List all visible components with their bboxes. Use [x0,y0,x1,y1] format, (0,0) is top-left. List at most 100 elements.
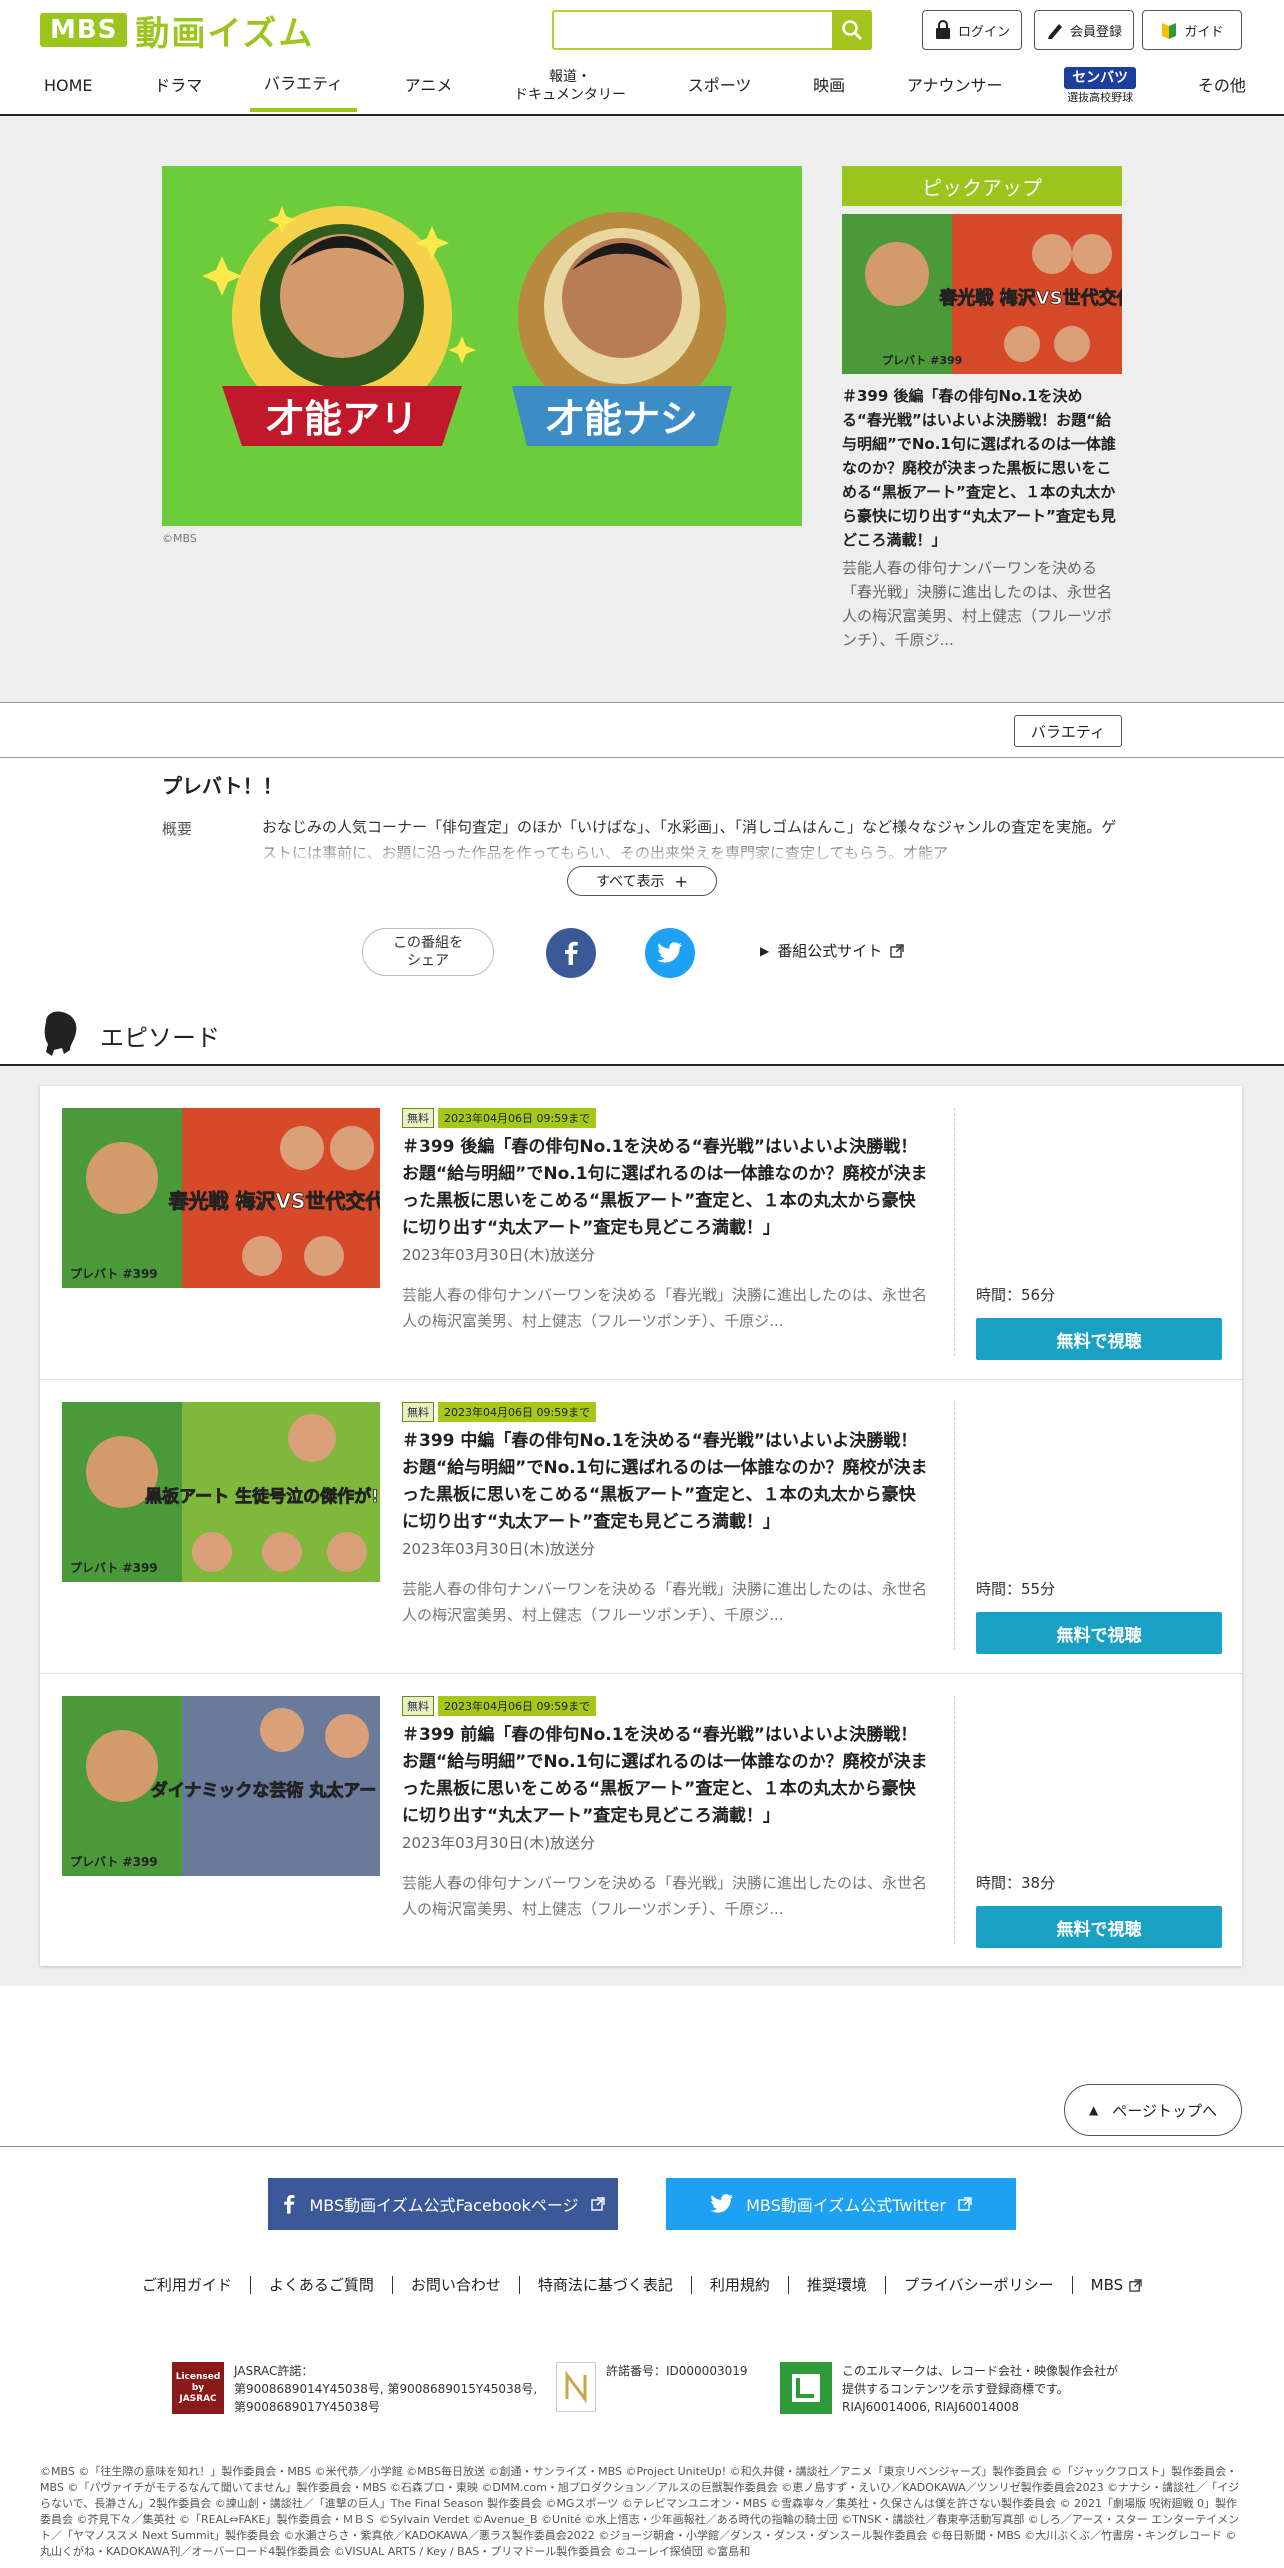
search-button[interactable] [832,10,872,50]
free-badge: 無料 [402,1108,434,1128]
nav-home[interactable]: HOME [30,60,107,112]
pickup-description: 芸能人春の俳句ナンバーワンを決める「春光戦」決勝に進出したのは、永世名人の梅沢富… [842,559,1113,649]
category-tag[interactable]: バラエティ [1013,715,1122,747]
watch-free-button[interactable]: 無料で視聴 [976,1318,1222,1360]
footer-link-privacy[interactable]: プライバシーポリシー [886,2276,1073,2294]
episode-area: 春光戦 梅沢VS世代交代 プレバト #399 無料 2023年04月06日 09… [0,1066,1284,1986]
footer-facebook-button[interactable]: MBS動画イズム公式Facebookページ [268,2178,618,2230]
nav-movie[interactable]: 映画 [799,60,859,112]
official-site-label: 番組公式サイト [777,942,883,960]
episode-thumb-image: 春光戦 梅沢VS世代交代 プレバト #399 [62,1108,380,1288]
nav-news-documentary[interactable]: 報道・ ドキュメンタリー [500,60,640,112]
watch-free-button[interactable]: 無料で視聴 [976,1612,1222,1654]
nav-anime[interactable]: アニメ [391,60,467,112]
triangle-up-icon: ▲ [1089,2103,1099,2117]
episode-thumb-image: ダイナミックな芸術 丸太アート プレバト #399 [62,1696,380,1876]
login-label: ログイン [957,24,1010,40]
guide-button[interactable]: ガイド [1142,10,1242,50]
episode-badges: 無料 2023年04月06日 09:59まで [402,1402,597,1422]
site-header: MBS 動画イズム ログイン 会員登録 ガイド HOME ドラマ バラエティ ア… [0,0,1284,116]
search-icon [842,20,863,41]
nav-other[interactable]: その他 [1184,60,1260,112]
plus-icon: + [674,871,688,891]
external-link-icon [890,943,904,958]
jasrac-logo-text: Licensed by JASRAC [175,2371,221,2404]
official-site-link[interactable]: ▶ 番組公式サイト [760,940,904,961]
watch-free-button[interactable]: 無料で視聴 [976,1906,1222,1948]
episode-thumb-text: ダイナミックな芸術 丸太アート [151,1780,380,1801]
share-facebook-button[interactable] [546,928,596,978]
episode-list: 春光戦 梅沢VS世代交代 プレバト #399 無料 2023年04月06日 09… [40,1086,1242,1966]
register-button[interactable]: 会員登録 [1034,10,1134,50]
facebook-icon [284,2195,295,2214]
episode-thumbnail[interactable]: ダイナミックな芸術 丸太アート プレバト #399 [62,1696,380,1876]
search-box [552,10,872,50]
episode-broadcast-date: 2023年03月30日(木)放送分 [402,1834,596,1852]
main-nav: HOME ドラマ バラエティ アニメ 報道・ ドキュメンタリー スポーツ 映画 … [30,58,1260,114]
footer-link-tokushoho[interactable]: 特商法に基づく表記 [520,2276,692,2294]
free-badge: 無料 [402,1696,434,1716]
nav-sports[interactable]: スポーツ [674,60,766,112]
site-logo[interactable]: MBS 動画イズム [40,8,314,54]
footer-twitter-button[interactable]: MBS動画イズム公式Twitter [666,2178,1016,2230]
episode-title[interactable]: ＃399 前編「春の俳句No.1を決める“春光戦”はいよいよ決勝戦！お題“給与明… [402,1722,930,1830]
hero-left-label: 才能アリ [266,397,418,441]
episode-title[interactable]: ＃399 後編「春の俳句No.1を決める“春光戦”はいよいよ決勝戦！お題“給与明… [402,1134,930,1242]
episode-thumb-text: 黒板アート 生徒号泣の傑作が! [145,1486,379,1507]
share-twitter-button[interactable] [645,928,695,978]
login-button[interactable]: ログイン [922,10,1022,50]
logo-mbs: MBS [40,13,128,47]
show-all-button[interactable]: すべて表示 + [567,866,717,896]
pickup-thumbnail[interactable]: 春光戦 梅沢VS世代交代 プレバト #399 [842,214,1122,374]
page-top-button[interactable]: ▲ ページトップへ [1064,2084,1242,2136]
nav-senbatsu[interactable]: センバツ 選抜高校野球 [1050,60,1150,112]
availability-badge: 2023年04月06日 09:59まで [438,1696,597,1716]
episode-card[interactable]: 春光戦 梅沢VS世代交代 プレバト #399 無料 2023年04月06日 09… [40,1086,1242,1380]
lock-icon [935,20,950,39]
jasrac-license: Licensed by JASRAC JASRAC許諾： 第9008689014… [172,2362,537,2416]
episode-title[interactable]: ＃399 中編「春の俳句No.1を決める“春光戦”はいよいよ決勝戦！お題“給与明… [402,1428,930,1536]
jasrac-logo: Licensed by JASRAC [172,2362,224,2414]
footer-link-terms[interactable]: 利用規約 [692,2276,789,2294]
program-key-visual: 才能アリ 才能ナシ [162,166,802,526]
free-badge: 無料 [402,1402,434,1422]
episode-thumbnail[interactable]: 黒板アート 生徒号泣の傑作が! プレバト #399 [62,1402,380,1582]
caret-right-icon: ▶ [760,943,770,958]
footer-links: ご利用ガイド よくあるご質問 お問い合わせ 特商法に基づく表記 利用規約 推奨環… [0,2276,1284,2294]
availability-badge: 2023年04月06日 09:59まで [438,1108,597,1128]
episode-thumbnail[interactable]: 春光戦 梅沢VS世代交代 プレバト #399 [62,1108,380,1288]
nextone-license: 許諾番号：ID000003019 [556,2362,748,2412]
pickup-thumb-image: 春光戦 梅沢VS世代交代 プレバト #399 [842,214,1122,374]
episode-card[interactable]: ダイナミックな芸術 丸太アート プレバト #399 無料 2023年04月06日… [40,1674,1242,1966]
episode-duration: 時間：55分 [976,1580,1056,1598]
hero-section: 才能アリ 才能ナシ ©MBS ピックアップ 春光戦 梅沢VS世代交代 プレバト … [0,116,1284,702]
external-link-icon [590,2197,605,2211]
hero-copyright: ©MBS [162,532,197,545]
nav-variety[interactable]: バラエティ [249,60,357,112]
footer-link-contact[interactable]: お問い合わせ [393,2276,520,2294]
episode-badges: 無料 2023年04月06日 09:59まで [402,1696,597,1716]
share-label: この番組を シェア [393,935,463,969]
lmark-text: このエルマークは、レコード会社・映像製作会社が 提供するコンテンツを示す登録商標… [842,2364,1119,2414]
facebook-icon [565,941,578,965]
pickup-thumb-tag: プレバト #399 [882,353,962,367]
episode-duration: 時間：38分 [976,1874,1056,1892]
footer-link-mbs-label: MBS [1090,2276,1124,2294]
hero-right-label: 才能ナシ [546,397,698,441]
footer-link-faq[interactable]: よくあるご質問 [251,2276,393,2294]
program-title: プレバト！！ [162,774,283,798]
episode-section-title: エピソード [100,1024,220,1052]
episode-thumb-tag: プレバト #399 [70,1854,158,1869]
nav-drama[interactable]: ドラマ [140,60,216,112]
senbatsu-logo: センバツ [1064,66,1137,89]
footer-link-mbs[interactable]: MBS [1073,2276,1161,2294]
search-input[interactable] [554,12,824,48]
episode-card[interactable]: 黒板アート 生徒号泣の傑作が! プレバト #399 無料 2023年04月06日… [40,1380,1242,1674]
mascot-icon [44,1011,77,1056]
episode-thumb-tag: プレバト #399 [70,1560,158,1575]
pickup-title[interactable]: ＃399 後編「春の俳句No.1を決める“春光戦”はいよいよ決勝戦！お題“給与明… [842,384,1122,552]
key-visual-illustration: 才能アリ 才能ナシ [162,166,802,526]
nav-announcer[interactable]: アナウンサー [893,60,1017,112]
footer-link-guide[interactable]: ご利用ガイド [124,2276,251,2294]
footer-link-environment[interactable]: 推奨環境 [789,2276,886,2294]
